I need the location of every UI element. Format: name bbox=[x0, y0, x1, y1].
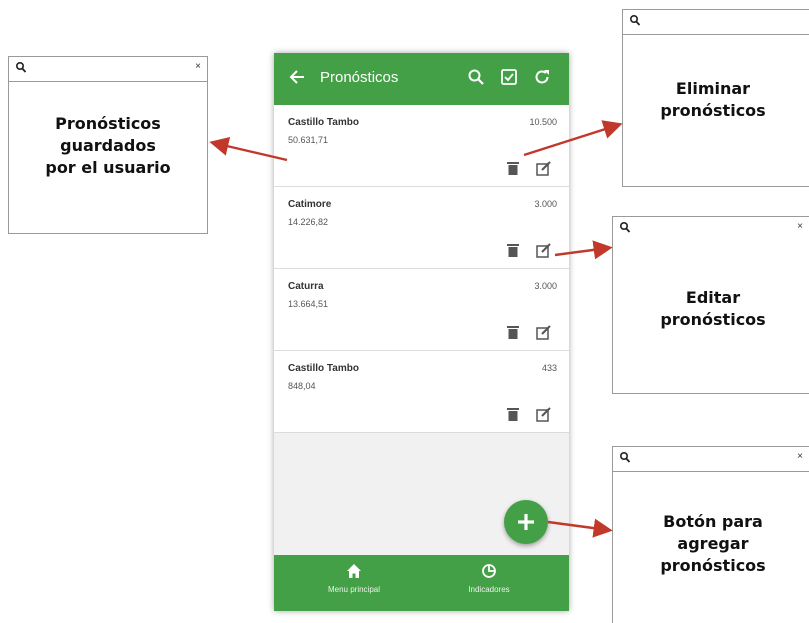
app-bar: Pronósticos bbox=[274, 53, 569, 105]
callout-edit-forecasts: × Editar pronósticos bbox=[612, 216, 809, 394]
list-item[interactable]: Castillo Tambo 50.631,71 10.500 bbox=[274, 105, 569, 187]
forecast-quantity: 3.000 bbox=[534, 281, 557, 291]
back-arrow-icon[interactable] bbox=[288, 68, 306, 86]
close-icon[interactable]: × bbox=[797, 451, 803, 463]
forecast-value: 14.226,82 bbox=[288, 217, 329, 227]
magnifier-icon bbox=[629, 14, 641, 26]
nav-label: Menu principal bbox=[327, 585, 381, 594]
annotated-screenshot: × Pronósticos guardados por el usuario ×… bbox=[0, 0, 809, 623]
callout-text: Editar pronósticos bbox=[660, 288, 766, 329]
trash-icon[interactable] bbox=[506, 243, 520, 258]
forecast-quantity: 3.000 bbox=[534, 199, 557, 209]
callout-titlebar: × bbox=[9, 57, 207, 82]
callout-delete-forecasts: × Eliminar pronósticos bbox=[622, 9, 809, 187]
forecast-value: 50.631,71 bbox=[288, 135, 329, 145]
callout-saved-forecasts: × Pronósticos guardados por el usuario bbox=[8, 56, 208, 234]
callout-text: Eliminar pronósticos bbox=[660, 79, 766, 120]
callout-titlebar: × bbox=[623, 10, 809, 35]
forecast-name: Castillo Tambo bbox=[288, 363, 359, 374]
add-forecast-button[interactable] bbox=[504, 500, 548, 544]
home-icon bbox=[347, 564, 361, 578]
bottom-navigation: Menu principal Indicadores bbox=[274, 555, 569, 611]
callout-titlebar: × bbox=[613, 447, 809, 472]
callout-text: Botón para agregar pronósticos bbox=[660, 512, 766, 575]
forecast-name: Catimore bbox=[288, 199, 332, 210]
list-item[interactable]: Catimore 14.226,82 3.000 bbox=[274, 187, 569, 269]
edit-icon[interactable] bbox=[536, 161, 552, 176]
nav-item-indicators[interactable]: Indicadores bbox=[429, 563, 549, 594]
chart-icon bbox=[482, 564, 496, 578]
refresh-icon[interactable] bbox=[533, 68, 551, 86]
forecast-value: 13.664,51 bbox=[288, 299, 329, 309]
checkbox-icon[interactable] bbox=[500, 68, 518, 86]
edit-icon[interactable] bbox=[536, 243, 552, 258]
list-item[interactable]: Caturra 13.664,51 3.000 bbox=[274, 269, 569, 351]
callout-titlebar: × bbox=[613, 217, 809, 241]
forecast-quantity: 10.500 bbox=[529, 117, 557, 127]
trash-icon[interactable] bbox=[506, 407, 520, 422]
magnifier-icon bbox=[619, 221, 631, 233]
callout-add-forecast-button: × Botón para agregar pronósticos bbox=[612, 446, 809, 623]
trash-icon[interactable] bbox=[506, 325, 520, 340]
forecast-name: Castillo Tambo bbox=[288, 117, 359, 128]
forecast-quantity: 433 bbox=[541, 363, 557, 373]
edit-icon[interactable] bbox=[536, 325, 552, 340]
magnifier-icon bbox=[619, 451, 631, 463]
page-title: Pronósticos bbox=[320, 69, 399, 86]
phone-screen: Pronósticos Castillo Tambo 50.631,71 10.… bbox=[274, 53, 569, 611]
callout-text: Pronósticos guardados por el usuario bbox=[45, 114, 171, 177]
search-icon[interactable] bbox=[467, 68, 485, 86]
magnifier-icon bbox=[15, 61, 27, 73]
plus-icon bbox=[518, 514, 534, 530]
edit-icon[interactable] bbox=[536, 407, 552, 422]
close-icon[interactable]: × bbox=[195, 61, 201, 73]
forecast-name: Caturra bbox=[288, 281, 324, 292]
nav-item-main-menu[interactable]: Menu principal bbox=[294, 563, 414, 594]
list-item[interactable]: Castillo Tambo 848,04 433 bbox=[274, 351, 569, 433]
trash-icon[interactable] bbox=[506, 161, 520, 176]
close-icon[interactable]: × bbox=[797, 221, 803, 233]
forecast-value: 848,04 bbox=[288, 381, 316, 391]
nav-label: Indicadores bbox=[468, 585, 510, 594]
forecast-list: Castillo Tambo 50.631,71 10.500 Catimore… bbox=[274, 105, 569, 433]
